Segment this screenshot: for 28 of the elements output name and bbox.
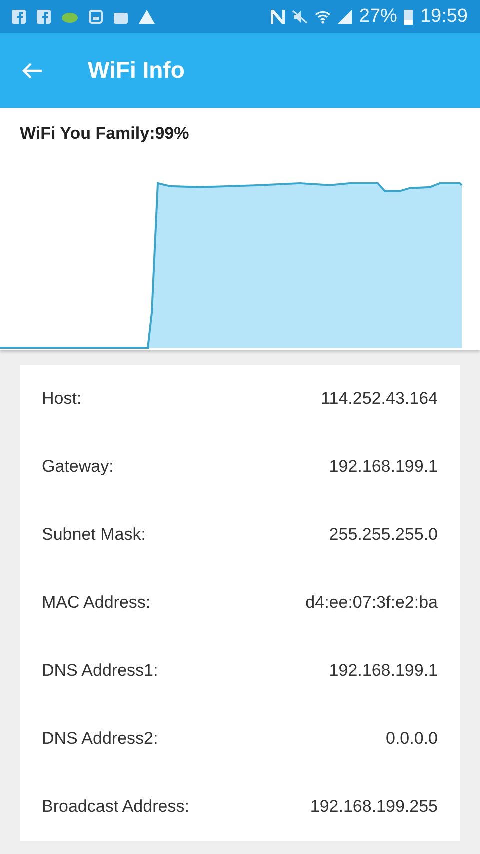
nfc-icon xyxy=(271,10,286,24)
back-arrow-icon xyxy=(22,62,42,78)
mute-icon xyxy=(292,10,308,24)
info-label: DNS Address2: xyxy=(42,729,158,749)
warning-icon xyxy=(139,10,155,24)
facebook-icon xyxy=(12,10,26,24)
info-value: d4:ee:07:3f:e2:ba xyxy=(306,593,438,613)
info-label: Broadcast Address: xyxy=(42,797,190,817)
image-icon xyxy=(89,10,103,24)
battery-icon xyxy=(404,8,414,24)
facebook-icon xyxy=(37,10,51,24)
wifi-icon xyxy=(315,10,332,24)
info-value: 192.168.199.1 xyxy=(329,457,438,477)
info-value: 114.252.43.164 xyxy=(321,389,438,409)
clock: 19:59 xyxy=(420,6,468,28)
info-value: 192.168.199.255 xyxy=(310,797,438,817)
signal-icon xyxy=(338,10,352,24)
screen-title: WiFi Info xyxy=(88,57,185,84)
battery-percent: 27% xyxy=(359,6,398,28)
info-value: 255.255.255.0 xyxy=(329,525,438,545)
info-label: Host: xyxy=(42,389,82,409)
info-label: MAC Address: xyxy=(42,593,151,613)
info-label: Subnet Mask: xyxy=(42,525,146,545)
info-label: Gateway: xyxy=(42,457,114,477)
info-value: 0.0.0.0 xyxy=(386,729,438,749)
info-value: 192.168.199.1 xyxy=(329,661,438,681)
info-label: DNS Address1: xyxy=(42,661,158,681)
network-name: WiFi You Family:99% xyxy=(20,124,190,144)
